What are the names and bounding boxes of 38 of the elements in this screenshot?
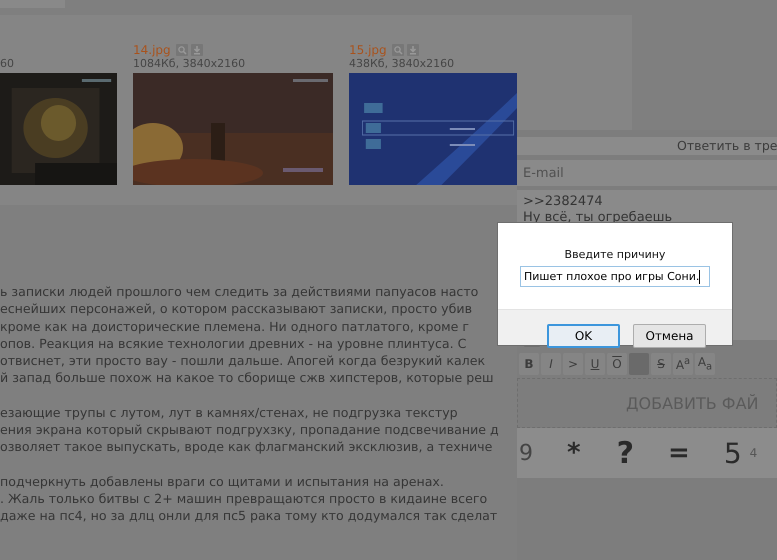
text-line: опов. Реакция на всякие технологии древних - на уровне плинтуса. С xyxy=(0,334,466,352)
email-field[interactable]: E-mail xyxy=(517,160,777,186)
bold-button[interactable]: B xyxy=(519,353,539,375)
file-info: 1084Кб, 3840x2160 xyxy=(133,57,246,70)
text-line: езающие трупы с лутом, лут в камнях/стенах, не подгрузка текстур xyxy=(0,404,458,422)
search-icon[interactable] xyxy=(392,44,404,56)
captcha-character: ? xyxy=(616,436,634,470)
download-icon[interactable] xyxy=(190,44,203,56)
cancel-button[interactable]: Отмена xyxy=(633,324,706,348)
text-line: даже на пс4, но за длц онли для пс5 рака тому кто додумался так сделат xyxy=(0,507,498,525)
search-icon[interactable] xyxy=(176,44,188,56)
quote-button[interactable]: > xyxy=(563,353,583,375)
text-line: ь записки людей прошлого чем следить за действиями папуасов насто xyxy=(0,283,478,300)
text-line: ения экрана который скрывают подгрухзку, пропадание подсвечивание д xyxy=(0,421,499,438)
text-line: озволяет такое выпускать, вроде как флагманский эксклюзив, а техниче xyxy=(0,438,492,456)
text-line: отвиснет, эти просто вау - пошли дальше. Апогей когда безрукий калек xyxy=(0,352,486,370)
captcha-character: = xyxy=(668,438,690,468)
text-line: еснейших персонажей, о котором рассказывают записки, просто убив xyxy=(0,300,472,318)
strike-button[interactable]: S xyxy=(651,353,671,375)
text-line: подчеркнуть добавлены враги со щитами и испытания на аренах. xyxy=(0,472,444,490)
captcha-character: * xyxy=(567,438,581,468)
text-line: кроме как на доисторические племена. Ни одного патлатого, кроме г xyxy=(0,318,470,335)
sup-button[interactable]: A$^{a}$ xyxy=(673,353,693,375)
overline-button[interactable]: O xyxy=(607,353,627,375)
captcha-character: 5 xyxy=(724,436,742,470)
underline-button[interactable]: U xyxy=(585,353,605,375)
reason-field[interactable]: Пишет плохое про игры Сони. xyxy=(520,266,710,287)
text-line: й запад больше похож на какое то сборище сжв хипстеров, которые реш xyxy=(0,369,494,387)
text-line: . Жаль только битвы с 2+ машин превращаются просто в кидаине всего xyxy=(0,490,488,508)
sub-button[interactable]: A$_{a}$ xyxy=(695,353,715,375)
download-icon[interactable] xyxy=(406,44,419,56)
file-info: 60 xyxy=(0,57,15,70)
italic-button[interactable]: I xyxy=(541,353,561,375)
form-title: Ответить в тре xyxy=(517,137,777,155)
ok-button[interactable]: OK xyxy=(547,324,620,348)
captcha-character: 9 xyxy=(519,440,533,466)
prompt-label: Введите причину xyxy=(564,248,666,261)
file-info: 438Кб, 3840x2160 xyxy=(349,57,456,70)
